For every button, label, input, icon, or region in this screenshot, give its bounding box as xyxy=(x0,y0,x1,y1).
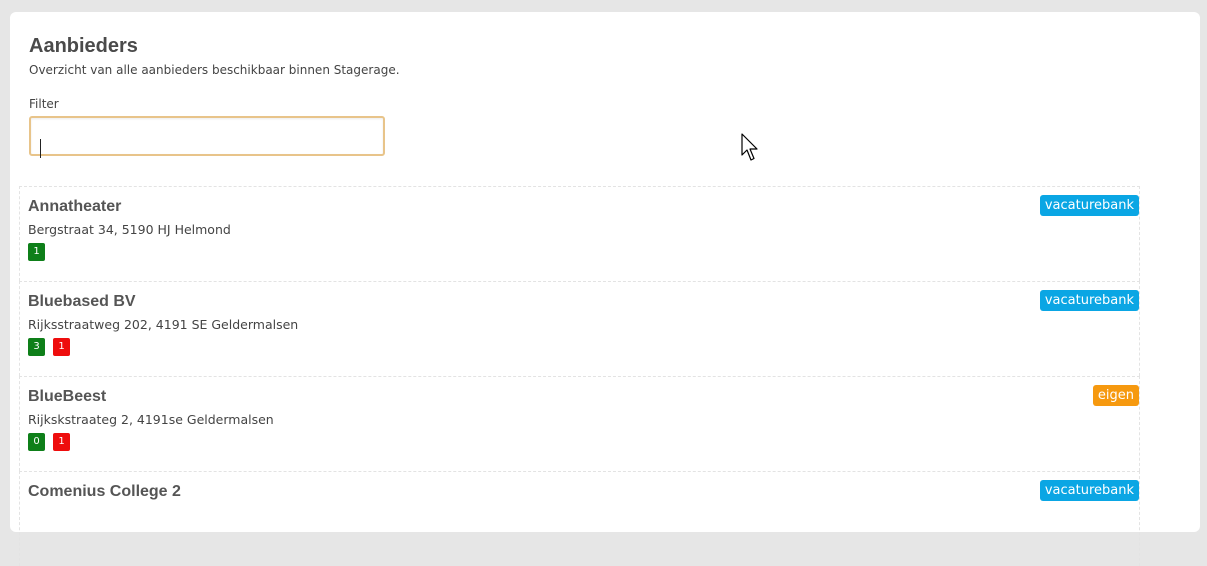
count-badge: 1 xyxy=(53,433,71,451)
page-title: Aanbieders xyxy=(29,35,138,57)
provider-item[interactable]: Annatheater Bergstraat 34, 5190 HJ Helmo… xyxy=(19,186,1140,281)
count-badge: 1 xyxy=(28,243,45,261)
provider-list: Annatheater Bergstraat 34, 5190 HJ Helmo… xyxy=(19,186,1140,566)
count-badge: 3 xyxy=(28,338,45,356)
count-badge: 0 xyxy=(28,433,45,451)
provider-counts: 0 1 xyxy=(28,433,1131,451)
type-badge: vacaturebank xyxy=(1039,195,1139,216)
filter-input[interactable] xyxy=(29,116,385,156)
type-badge: vacaturebank xyxy=(1039,290,1139,311)
type-badge: eigen xyxy=(1092,385,1139,406)
mouse-cursor-icon xyxy=(741,133,758,161)
provider-name[interactable]: Comenius College 2 xyxy=(28,482,1131,502)
text-caret xyxy=(40,139,41,158)
provider-item[interactable]: Comenius College 2 vacaturebank xyxy=(19,471,1140,566)
provider-item[interactable]: Bluebased BV Rijksstraatweg 202, 4191 SE… xyxy=(19,281,1140,376)
filter-label: Filter xyxy=(29,97,59,111)
provider-address: Rijksstraatweg 202, 4191 SE Geldermalsen xyxy=(28,317,299,332)
page-subtitle: Overzicht van alle aanbieders beschikbaa… xyxy=(29,63,400,77)
provider-address: Bergstraat 34, 5190 HJ Helmond xyxy=(28,222,231,237)
count-badge: 1 xyxy=(53,338,71,356)
type-badge: vacaturebank xyxy=(1039,480,1139,501)
provider-name[interactable]: Bluebased BV xyxy=(28,292,1131,312)
provider-counts: 3 1 xyxy=(28,338,1131,356)
provider-address: Rijkskstraateg 2, 4191se Geldermalsen xyxy=(28,412,274,427)
provider-name[interactable]: BlueBeest xyxy=(28,387,1131,407)
provider-name[interactable]: Annatheater xyxy=(28,197,1131,217)
provider-counts: 1 xyxy=(28,243,1131,261)
provider-item[interactable]: BlueBeest Rijkskstraateg 2, 4191se Gelde… xyxy=(19,376,1140,471)
